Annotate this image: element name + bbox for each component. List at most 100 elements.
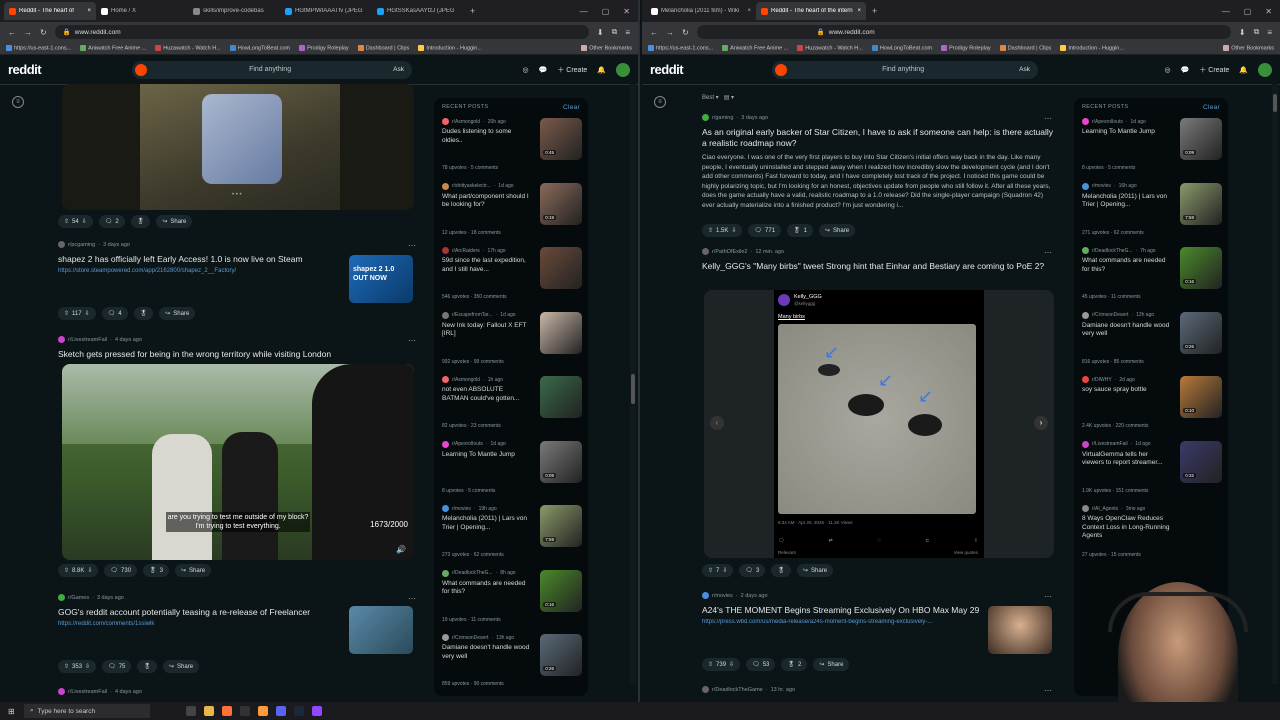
vote-pill[interactable]: ⇧ 117 ⇩ [58, 307, 96, 320]
bookmark-item[interactable]: Dashboard | Clips [357, 44, 409, 51]
menu-icon[interactable]: ≡ [1267, 28, 1272, 37]
share-button[interactable]: ↪ Share [797, 564, 834, 577]
more-options-icon[interactable]: ⋯ [408, 336, 416, 345]
recent-post-title[interactable]: New Ink today: Fallout X EFT [IRL] [442, 322, 530, 339]
award-button[interactable]: 🎖 3 [143, 564, 170, 577]
post-card[interactable]: r/Games · 3 days ago ⋯ GOG's reddit accoun… [58, 594, 420, 684]
recent-post-item[interactable]: r/AI_Agents · 3mo ago 8 Ways OpenClaw Reduc… [1082, 505, 1222, 569]
maximize-icon[interactable]: ▢ [1244, 7, 1252, 16]
scrollbar[interactable] [630, 84, 636, 684]
windows-start-icon[interactable]: ⊞ [8, 707, 15, 716]
new-tab-icon[interactable]: + [872, 6, 877, 16]
recent-post-item[interactable]: r/Asmongold · 1h ago not even ABSOLUTE BATM… [442, 376, 582, 440]
comments-button[interactable]: 🗨 2 [98, 215, 125, 228]
forward-icon[interactable]: → [24, 28, 32, 37]
volume-icon[interactable]: 🔊 [396, 545, 406, 554]
ask-button[interactable]: Ask [393, 66, 404, 73]
gallery-prev-icon[interactable]: ‹ [710, 416, 724, 430]
search-bar[interactable]: Find anything Ask [132, 60, 412, 79]
post-card[interactable]: r/PathOfExile2 · 12 min. ago ⋯ Kelly_GGG's… [702, 248, 1056, 588]
share-button[interactable]: ↪ Share [159, 307, 196, 320]
post-card[interactable]: r/movies · 2 days ago ⋯ A24's THE MOMENT B… [702, 592, 1056, 682]
back-icon[interactable]: ← [650, 28, 658, 37]
post-card[interactable]: r/gaming · 3 days ago ⋯ As an original ear… [702, 114, 1056, 244]
more-options-icon[interactable]: ⋯ [1044, 114, 1052, 123]
recent-post-thumbnail[interactable] [540, 376, 582, 418]
tab-image-2[interactable]: HGtSSKasAAYfzJ (JPEG [372, 2, 464, 20]
bookmark-item[interactable]: https://us-east-1.cons... [6, 44, 71, 51]
recent-post-item[interactable]: r/ApexrolIouts · 1d ago Learning To Mantle … [1082, 118, 1222, 182]
obs-icon[interactable] [312, 706, 322, 716]
steam-icon[interactable] [294, 706, 304, 716]
more-options-icon[interactable]: ⋯ [408, 594, 416, 603]
vote-pill[interactable]: ⇧ 1.5K ⇩ [702, 224, 743, 237]
recent-post-title[interactable]: 8 Ways OpenClaw Reduces Context Loss in … [1082, 515, 1170, 541]
minimize-icon[interactable]: — [1222, 7, 1230, 16]
post-title[interactable]: Kelly_GGG's "Many birbs" tweet Strong hi… [702, 261, 1056, 272]
discord-icon[interactable] [276, 706, 286, 716]
task-view-icon[interactable] [186, 706, 196, 716]
share-button[interactable]: ↪ Share [819, 224, 856, 237]
recent-post-title[interactable]: Damiane doesn't handle wood very well [442, 644, 530, 661]
create-button[interactable]: ＋ Create [557, 65, 587, 75]
notification-icon[interactable]: 🔔 [1239, 66, 1248, 74]
post-title[interactable]: GOG's reddit account potentially teasing… [58, 607, 338, 618]
minimize-icon[interactable]: — [580, 7, 588, 16]
recent-post-item[interactable]: r/DeadlockTheG... · 7h ago What commands ar… [1082, 247, 1222, 311]
bookmark-folder[interactable]: Other Bookmarks [581, 44, 632, 51]
bookmark-item[interactable]: Prodigy Roleplay [299, 44, 349, 51]
chat-icon[interactable]: 💬 [539, 66, 548, 74]
recent-post-item[interactable]: r/DIWHY · 2d ago soy sauce spray bottle 2.4K… [1082, 376, 1222, 440]
award-button[interactable]: 🎖 [137, 660, 158, 673]
award-button[interactable]: 🎖 [771, 564, 791, 577]
subreddit-name[interactable]: r/PathOfExile2 [712, 249, 747, 255]
vote-pill[interactable]: ⇧ 54 ⇩ [58, 215, 93, 228]
recent-post-item[interactable]: r/LivestreamFail · 1d ago VirtualGemma tell… [1082, 440, 1222, 505]
vote-pill[interactable]: ⇧ 739 ⇩ [702, 658, 741, 671]
clear-button[interactable]: Clear [1203, 104, 1220, 111]
recent-post-title[interactable]: Damiane doesn't handle wood very well [1082, 322, 1170, 339]
download-icon[interactable]: ⬇ [597, 28, 604, 37]
new-tab-icon[interactable]: + [470, 6, 475, 16]
tab-x[interactable]: Home / X [96, 2, 188, 20]
recent-post-item[interactable]: r/CrimsonDesert · 13h ago Damiane doesn't h… [442, 634, 582, 698]
tab-reddit[interactable]: Reddit - The heart of × [4, 2, 96, 20]
tab-image-1[interactable]: HGtMPlWIAAATfv (JPEG [280, 2, 372, 20]
taskbar-search[interactable]: ⌕ Type here to search [24, 704, 150, 718]
search-bar[interactable]: Find anything Ask [772, 60, 1038, 79]
post-card[interactable]: r/LivestreamFail · 4 days ago ⋯ Sketch get… [58, 336, 420, 577]
recent-post-thumbnail[interactable] [540, 247, 582, 289]
post-title[interactable]: Sketch gets pressed for being in the wro… [58, 349, 420, 360]
share-button[interactable]: ↪ Share [175, 564, 212, 577]
post-image[interactable]: • • • [62, 84, 414, 210]
maximize-icon[interactable]: ▢ [602, 7, 610, 16]
bookmark-item[interactable]: Huzawatch - Watch H... [155, 44, 221, 51]
post-thumbnail[interactable] [349, 606, 413, 654]
gallery-next-icon[interactable]: › [1034, 416, 1048, 430]
comments-button[interactable]: 🗨 53 [746, 658, 776, 671]
recent-post-title[interactable]: Dudes listening to some oldies.. [442, 128, 530, 145]
recent-post-title[interactable]: What part/component should I be looking … [442, 193, 530, 210]
comments-button[interactable]: 🗨 730 [104, 564, 138, 577]
bookmark-item[interactable]: https://us-east-1.cons... [648, 44, 713, 51]
avatar[interactable] [616, 62, 630, 77]
recent-post-title[interactable]: Learning To Mantle Jump [442, 451, 530, 460]
reddit-logo[interactable]: reddit [650, 62, 684, 77]
post-video[interactable]: are you trying to test me outside of my … [62, 364, 414, 560]
award-button[interactable]: 🎖 1 [787, 224, 814, 237]
bookmark-item[interactable]: Aniwatch Free Anime ... [80, 44, 146, 51]
comments-button[interactable]: 🗨 771 [748, 224, 782, 237]
ads-icon[interactable]: ◎ [1164, 66, 1170, 74]
firefox-icon[interactable] [222, 706, 232, 716]
close-icon[interactable]: × [87, 8, 91, 14]
ask-button[interactable]: Ask [1019, 66, 1030, 73]
recent-post-item[interactable]: r/ArcRaiders · 17h ago 59d since the last e… [442, 247, 582, 311]
address-bar[interactable]: 🔒 www.reddit.com [54, 25, 589, 39]
award-button[interactable]: 🎖 2 [781, 658, 808, 671]
back-icon[interactable]: ← [8, 28, 16, 37]
post-gallery[interactable]: Kelly_GGG @kellyggg Many birbs ↙ ↙ ↙ 6:3… [704, 290, 1054, 558]
post-title[interactable]: A24's THE MOMENT Begins Streaming Exclus… [702, 605, 986, 616]
vote-pill[interactable]: ⇧ 7 ⇩ [702, 564, 734, 577]
create-button[interactable]: ＋ Create [1199, 65, 1229, 75]
more-options-icon[interactable]: ⋯ [1044, 248, 1052, 257]
